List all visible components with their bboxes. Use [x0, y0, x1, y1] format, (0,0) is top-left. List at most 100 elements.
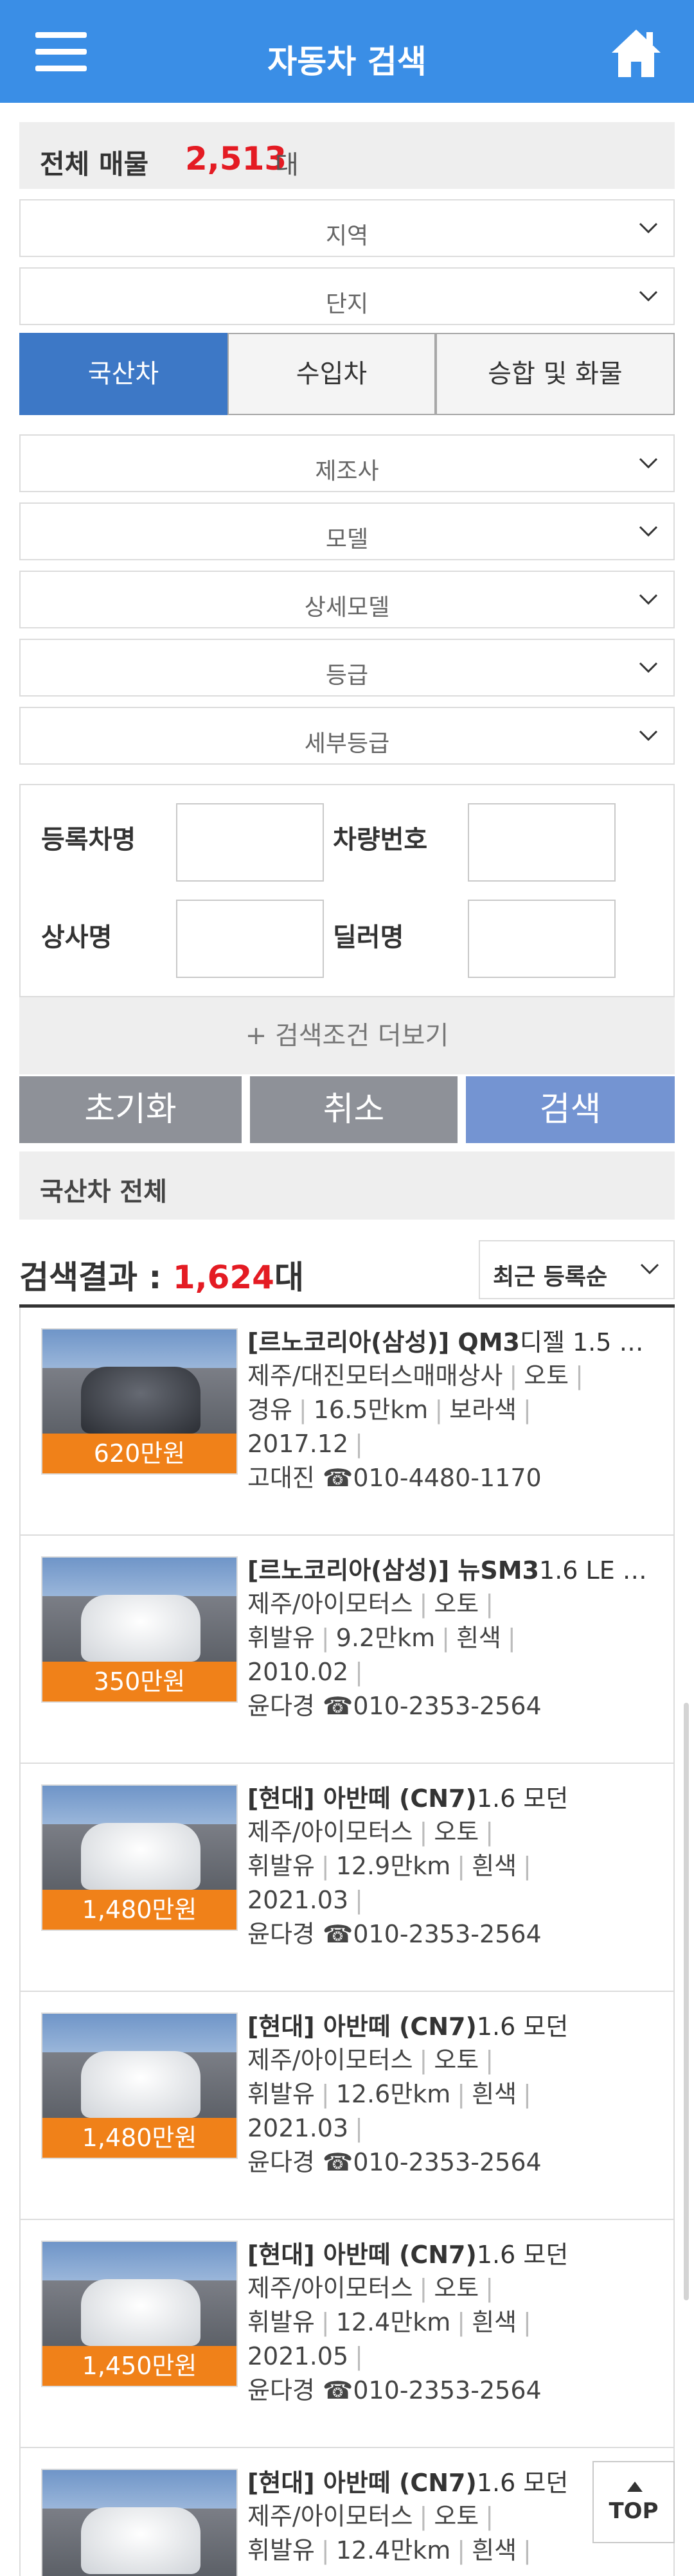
- contact-row: 윤다경 ☎010-2353-2564: [247, 2145, 652, 2180]
- home-icon[interactable]: [610, 28, 662, 78]
- listing-title[interactable]: [현대] 아반떼 (CN7)1.6 모던: [247, 2466, 652, 2500]
- listing-title[interactable]: [르노코리아(삼성)] 뉴SM31.6 LE …: [247, 1554, 652, 1587]
- car-no-input[interactable]: [468, 803, 616, 882]
- photo-sky: [42, 2242, 236, 2280]
- separator: |: [523, 2536, 531, 2564]
- page-title: 자동차 검색: [267, 43, 427, 80]
- car-thumbnail[interactable]: [41, 2469, 238, 2576]
- transmission: 오토: [434, 2046, 479, 2074]
- detail-model-select[interactable]: 상세모델: [19, 571, 675, 628]
- separator: |: [523, 2308, 531, 2336]
- car-image: [81, 2507, 200, 2574]
- listing-item[interactable]: [현대] 아반떼 (CN7)1.6 모던 제주/아이모터스 | 오토 | 휘발유 | 12…: [21, 2448, 673, 2576]
- contact-row: 윤다경 ☎010-2353-2564: [247, 2374, 652, 2408]
- separator: |: [434, 1396, 443, 1424]
- region-select-label: 지역: [325, 223, 369, 249]
- car-thumbnail[interactable]: 1,450만원: [41, 2241, 238, 2387]
- dealer-row: 제주/아이모터스 | 오토 |: [247, 1815, 652, 1849]
- scrollbar[interactable]: [684, 1703, 689, 2300]
- separator: |: [321, 2308, 330, 2336]
- listing-item[interactable]: 350만원 [르노코리아(삼성)] 뉴SM31.6 LE … 제주/아이모터스 |…: [21, 1536, 673, 1764]
- total-unit: 대: [275, 150, 299, 180]
- listing-title[interactable]: [현대] 아반떼 (CN7)1.6 모던: [247, 2238, 652, 2271]
- car-image: [81, 1595, 200, 1662]
- model-select[interactable]: 모델: [19, 502, 675, 560]
- mileage: 12.4만km: [335, 2536, 451, 2564]
- transmission: 오토: [434, 2502, 479, 2530]
- year-row: 2010.02 |: [247, 1655, 652, 1689]
- region-select[interactable]: 지역: [19, 199, 675, 257]
- separator: |: [457, 2536, 466, 2564]
- tab-domestic[interactable]: 국산차: [19, 333, 227, 415]
- phone-number[interactable]: 010-2353-2564: [353, 2148, 541, 2176]
- dealer-input[interactable]: [468, 900, 616, 978]
- listing-info: [현대] 아반떼 (CN7)1.6 모던 제주/아이모터스 | 오토 | 휘발유 | 12…: [247, 1782, 652, 1951]
- dealer-shop: 제주/아이모터스: [247, 2502, 413, 2530]
- listing-title-main: [현대] 아반떼 (CN7): [247, 2469, 477, 2497]
- fuel: 경유: [247, 1396, 292, 1424]
- separator: |: [321, 1624, 330, 1652]
- tab-van-truck[interactable]: 승합 및 화물: [436, 333, 675, 415]
- fuel: 휘발유: [247, 2536, 315, 2564]
- tab-imported[interactable]: 수입차: [227, 333, 436, 415]
- listing-title-main: [현대] 아반떼 (CN7): [247, 2012, 477, 2041]
- manufacturer-select[interactable]: 제조사: [19, 434, 675, 492]
- phone-icon: ☎: [322, 2148, 353, 2176]
- reset-button[interactable]: 초기화: [19, 1076, 242, 1143]
- price-tag: 1,450만원: [42, 2346, 236, 2386]
- listing-title-main: [르노코리아(삼성)] 뉴SM3: [247, 1556, 540, 1585]
- car-thumbnail[interactable]: 350만원: [41, 1556, 238, 1703]
- chevron-down-icon: [639, 594, 658, 605]
- reg-date: 2021.03: [247, 2114, 349, 2142]
- phone-number[interactable]: 010-2353-2564: [353, 1692, 541, 1720]
- mileage: 16.5만km: [313, 1396, 429, 1424]
- company-input[interactable]: [176, 900, 324, 978]
- separator: |: [298, 1396, 307, 1424]
- car-thumbnail[interactable]: 620만원: [41, 1328, 238, 1475]
- fuel: 휘발유: [247, 1624, 315, 1652]
- listing-title[interactable]: [르노코리아(삼성)] QM3디젤 1.5 …: [247, 1326, 652, 1359]
- dealer-row: 제주/아이모터스 | 오토 |: [247, 1587, 652, 1621]
- listing-title-main: [르노코리아(삼성)] QM3: [247, 1328, 520, 1356]
- separator: |: [485, 2046, 494, 2074]
- scroll-top-button[interactable]: TOP: [592, 2461, 675, 2543]
- phone-number[interactable]: 010-2353-2564: [353, 1920, 541, 1948]
- result-unit: 대: [274, 1259, 304, 1296]
- detail-model-select-label: 상세모델: [304, 594, 390, 621]
- search-fields: 등록차명 차량번호 상사명 딜러명: [19, 784, 675, 997]
- separator: |: [485, 2274, 494, 2302]
- contact-row: 윤다경 ☎010-2353-2564: [247, 1689, 652, 1723]
- car-thumbnail[interactable]: 1,480만원: [41, 1784, 238, 1931]
- phone-number[interactable]: 010-2353-2564: [353, 2376, 541, 2404]
- complex-select[interactable]: 단지: [19, 267, 675, 325]
- car-color: 흰색: [472, 2536, 517, 2564]
- grade-select[interactable]: 등급: [19, 639, 675, 697]
- search-button[interactable]: 검색: [466, 1076, 675, 1143]
- listing-list: 620만원 [르노코리아(삼성)] QM3디젤 1.5 … 제주/대진모터스매매…: [19, 1308, 675, 2576]
- dealer-shop: 제주/아이모터스: [247, 2046, 413, 2074]
- sub-grade-select[interactable]: 세부등급: [19, 707, 675, 765]
- listing-item[interactable]: 1,480만원 [현대] 아반떼 (CN7)1.6 모던 제주/아이모터스 | 오토…: [21, 1992, 673, 2220]
- listing-title[interactable]: [현대] 아반떼 (CN7)1.6 모던: [247, 2010, 652, 2043]
- more-conditions-button[interactable]: + 검색조건 더보기: [19, 997, 675, 1074]
- price-tag: 1,480만원: [42, 1890, 236, 1930]
- phone-number[interactable]: 010-4480-1170: [353, 1464, 541, 1492]
- photo-sky: [42, 1329, 236, 1368]
- cancel-button[interactable]: 취소: [250, 1076, 458, 1143]
- chevron-down-icon: [640, 1263, 659, 1275]
- listing-title-sub: 1.6 모던: [476, 1784, 569, 1813]
- chevron-down-icon: [639, 290, 658, 302]
- spec-row: 휘발유 | 12.4만km | 흰색 |: [247, 2534, 652, 2568]
- total-listings: 전체 매물 2,513 대: [19, 122, 675, 189]
- sort-select[interactable]: 최근 등록순: [479, 1240, 675, 1299]
- complex-select-label: 단지: [325, 291, 369, 317]
- separator: |: [419, 2274, 428, 2302]
- listing-title[interactable]: [현대] 아반떼 (CN7)1.6 모던: [247, 1782, 652, 1815]
- reg-name-input[interactable]: [176, 803, 324, 882]
- separator: |: [355, 1886, 363, 1914]
- separator: |: [355, 1430, 363, 1458]
- listing-item[interactable]: 1,480만원 [현대] 아반떼 (CN7)1.6 모던 제주/아이모터스 | 오토…: [21, 1764, 673, 1992]
- listing-item[interactable]: 620만원 [르노코리아(삼성)] QM3디젤 1.5 … 제주/대진모터스매매…: [21, 1308, 673, 1536]
- listing-item[interactable]: 1,450만원 [현대] 아반떼 (CN7)1.6 모던 제주/아이모터스 | 오토…: [21, 2220, 673, 2448]
- car-thumbnail[interactable]: 1,480만원: [41, 2012, 238, 2159]
